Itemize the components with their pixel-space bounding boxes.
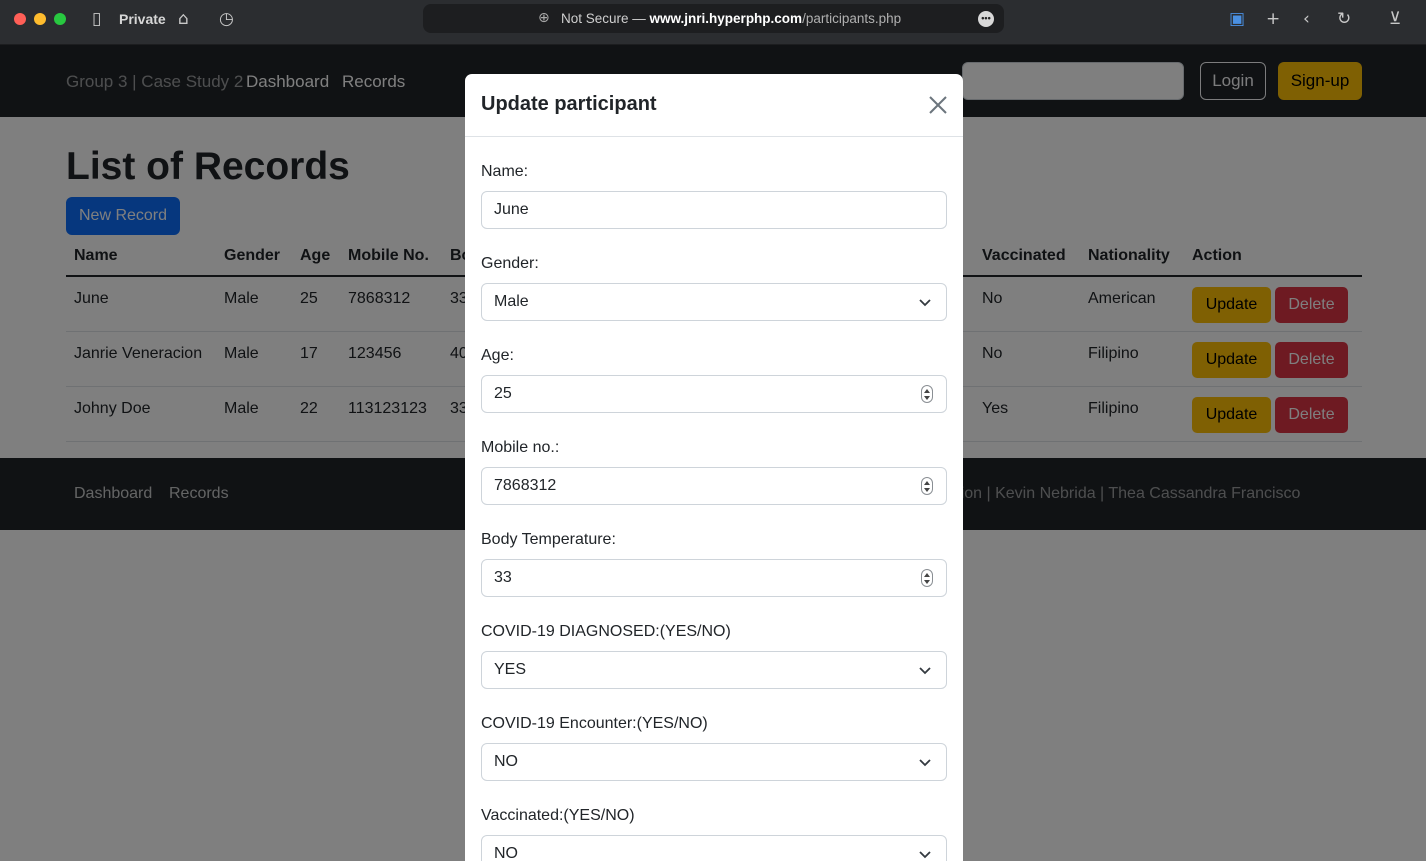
sidebar-toggle-icon[interactable]: ▯ [92,9,101,29]
body-temperature-value: 33 [494,569,512,586]
history-icon[interactable]: ◷ [219,9,234,29]
more-options-icon[interactable]: ••• [978,11,994,27]
number-stepper-icon[interactable] [921,385,933,403]
gender-value: Male [494,293,529,310]
age-value: 25 [494,385,512,402]
zoom-window-button[interactable] [54,13,66,25]
name-value: June [494,201,529,218]
address-url: Not Secure — www.jnri.hyperphp.com/parti… [561,11,902,26]
tab-overview-icon[interactable]: ▣ [1229,9,1245,29]
globe-icon: ⊕ [538,10,550,26]
covid-diagnosed-select[interactable]: YES [481,651,947,689]
new-tab-icon[interactable]: + [1266,9,1280,29]
close-icon[interactable] [927,94,949,116]
close-window-button[interactable] [14,13,26,25]
modal-title: Update participant [481,93,657,115]
number-stepper-icon[interactable] [921,477,933,495]
vaccinated-value: NO [494,845,518,861]
covid-encounter-label: COVID-19 Encounter:(YES/NO) [481,715,708,732]
vaccinated-select[interactable]: NO [481,835,947,861]
chevron-down-icon [919,299,931,307]
covid-encounter-value: NO [494,753,518,770]
minimize-window-button[interactable] [34,13,46,25]
home-icon[interactable]: ⌂ [178,9,189,29]
mobile-label: Mobile no.: [481,439,560,456]
body-temperature-label: Body Temperature: [481,531,616,548]
number-stepper-icon[interactable] [921,569,933,587]
browser-toolbar: ▯ Private ⌂ ◷ ⊕ Not Secure — www.jnri.hy… [0,0,1426,45]
covid-diagnosed-label: COVID-19 DIAGNOSED:(YES/NO) [481,623,731,640]
age-label: Age: [481,347,514,364]
mobile-input[interactable]: 7868312 [481,467,947,505]
name-label: Name: [481,163,529,180]
address-bar[interactable]: ⊕ Not Secure — www.jnri.hyperphp.com/par… [423,4,1004,33]
gender-select[interactable]: Male [481,283,947,321]
age-input[interactable]: 25 [481,375,947,413]
back-icon[interactable]: ‹ [1303,9,1310,29]
download-icon[interactable]: ⊻ [1389,9,1401,29]
body-temperature-input[interactable]: 33 [481,559,947,597]
name-input[interactable]: June [481,191,947,229]
chevron-down-icon [919,851,931,859]
gender-label: Gender: [481,255,539,272]
mobile-value: 7868312 [494,477,557,494]
covid-diagnosed-value: YES [494,661,527,678]
chevron-down-icon [919,759,931,767]
private-label: Private [119,11,166,27]
reload-icon[interactable]: ↻ [1337,9,1351,29]
covid-encounter-select[interactable]: NO [481,743,947,781]
update-participant-modal: Update participant Name: June Gender: Ma… [465,74,963,861]
vaccinated-label: Vaccinated:(YES/NO) [481,807,635,824]
modal-header: Update participant [465,74,963,137]
chevron-down-icon [919,667,931,675]
